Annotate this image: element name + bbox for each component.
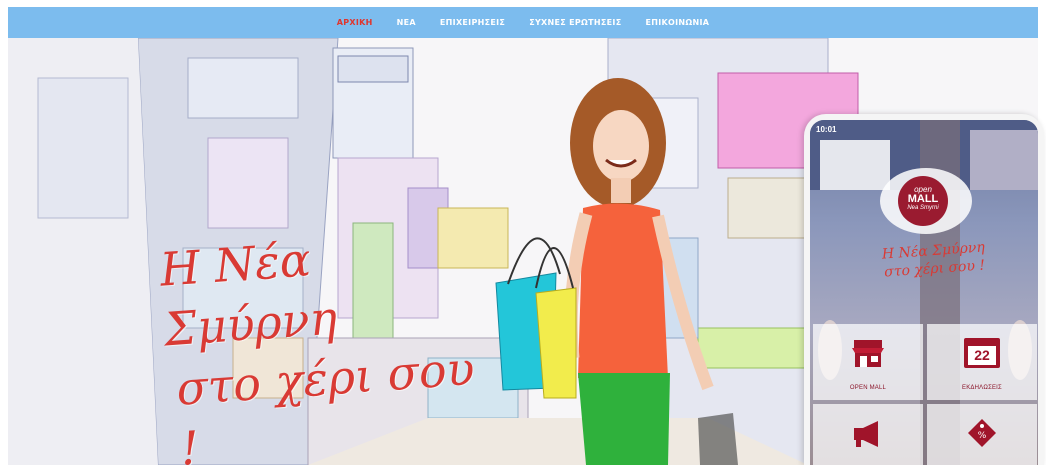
nav-item-home[interactable]: ΑΡΧΙΚΗ (337, 18, 373, 27)
store-icon (852, 340, 884, 367)
logo-mall-text: MALL (907, 193, 939, 205)
tile-open-mall[interactable]: OPEN MALL (813, 324, 923, 400)
nav-item-faq[interactable]: ΣΥΧΝΕΣ ΕΡΩΤΗΣΕΙΣ (529, 18, 621, 27)
tile-events[interactable]: 22 ΕΚΔΗΛΩΣΕΙΣ (927, 324, 1037, 400)
phone-mockup: 10:01 open MALL Nea Smyrni Η Νέα Σμύρνη … (804, 114, 1044, 465)
hero-slogan-line1: Η Νέα Σμύρνη (158, 232, 339, 357)
megaphone-icon (854, 421, 878, 447)
main-nav: ΑΡΧΙΚΗ ΝΕΑ ΕΠΙΧΕΙΡΗΣΕΙΣ ΣΥΧΝΕΣ ΕΡΩΤΗΣΕΙΣ… (8, 7, 1038, 38)
nav-item-news[interactable]: ΝΕΑ (397, 18, 416, 27)
calendar-day: 22 (968, 346, 996, 365)
calendar-icon: 22 (964, 338, 1000, 368)
phone-screen: 10:01 open MALL Nea Smyrni Η Νέα Σμύρνη … (810, 120, 1038, 465)
nav-item-businesses[interactable]: ΕΠΙΧΕΙΡΗΣΕΙΣ (440, 18, 505, 27)
svg-text:%: % (978, 431, 987, 441)
hero-slogan: Η Νέα Σμύρνη στο χέρι σου ! (158, 217, 504, 465)
logo-sub-text: Nea Smyrni (907, 205, 939, 211)
tile-open-mall-label: OPEN MALL (849, 385, 887, 391)
discount-tag-icon: % (968, 419, 996, 447)
open-mall-logo: open MALL Nea Smyrni (880, 168, 972, 234)
tile-events-label: ΕΚΔΗΛΩΣΕΙΣ (962, 385, 1002, 391)
logo-open-text: open (914, 185, 932, 194)
hero-slogan-line2: στο χέρι σου ! (174, 341, 477, 465)
tile-announcements[interactable] (813, 404, 923, 465)
phone-status-time: 10:01 (816, 125, 837, 134)
tile-offers[interactable]: % (927, 404, 1037, 465)
nav-item-contact[interactable]: ΕΠΙΚΟΙΝΩΝΙΑ (645, 18, 709, 27)
